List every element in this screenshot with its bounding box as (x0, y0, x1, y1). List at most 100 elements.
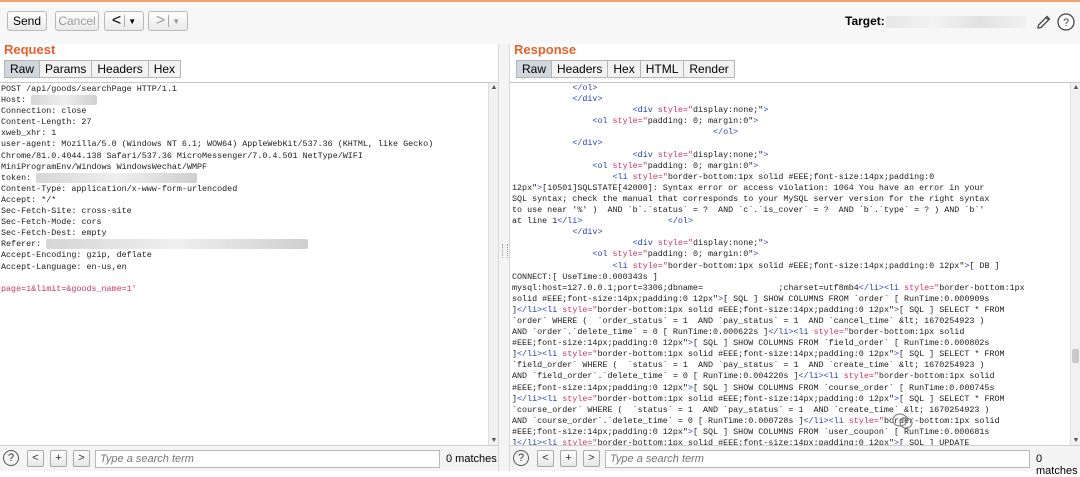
scroll-up-icon[interactable]: ▲ (490, 84, 498, 91)
tab-hex[interactable]: Hex (607, 60, 640, 78)
tab-headers[interactable]: Headers (551, 60, 608, 78)
target-host-redacted (886, 16, 1026, 28)
response-line: SQL syntax; check the manual that corres… (512, 193, 990, 204)
request-scrollbar[interactable]: ▲ ▼ (488, 83, 498, 445)
scroll-down-icon[interactable]: ▼ (1072, 437, 1080, 444)
wechat-logo-icon (892, 413, 913, 429)
response-line: </ol> (572, 83, 598, 93)
response-line: ]</li><li style="border-bottom:1px solid… (512, 349, 1005, 360)
response-editor[interactable]: </ol> </div> <div style="display:none;">… (510, 82, 1080, 445)
response-tabs: Raw Headers Hex HTML Render (516, 60, 735, 78)
drag-handle-icon[interactable] (502, 244, 508, 258)
request-line: ​ (1, 273, 433, 284)
edit-target-icon[interactable] (1034, 12, 1054, 32)
scroll-up-icon[interactable]: ▲ (1072, 84, 1080, 91)
scroll-down-icon[interactable]: ▼ (490, 437, 498, 444)
toolbar: Send Cancel < ▼ > ▼ Target: ? (0, 0, 1080, 44)
request-line: user-agent: Mozilla/5.0 (Windows NT 6.1;… (1, 139, 434, 150)
request-line: MiniProgramEnv/Windows WindowsWechat/WMP… (1, 161, 208, 172)
cancel-button[interactable]: Cancel (55, 11, 99, 31)
target-label: Target: (845, 14, 885, 28)
response-title: Response (514, 42, 577, 57)
search-options-button[interactable]: + (560, 450, 577, 467)
response-line: ]</li><li style="border-bottom:1px solid… (512, 393, 1005, 404)
response-line: `field_order` WHERE ( `status` = 1 AND `… (512, 360, 985, 371)
request-tabs: Raw Params Headers Hex (4, 60, 182, 78)
request-line: Sec-Fetch-Dest: empty (1, 228, 107, 239)
search-options-button[interactable]: + (50, 450, 67, 467)
request-line: Content-Type: application/x-www-form-url… (1, 183, 238, 194)
response-panel: Response Raw Headers Hex HTML Render </o… (510, 42, 1080, 477)
request-panel: Request Raw Params Headers Hex POST /api… (0, 42, 498, 471)
response-line: mysql:host=127.0.0.1;port=3306;dbname= ;… (512, 282, 1025, 293)
panel-divider[interactable] (498, 44, 510, 471)
help-icon[interactable]: ? (3, 450, 19, 466)
tab-raw[interactable]: Raw (516, 60, 552, 78)
watermark (892, 412, 914, 430)
response-line: ]</li><li style="border-bottom:1px solid… (512, 304, 1005, 315)
request-line: Connection: close (1, 106, 87, 117)
response-line: </div> (572, 227, 603, 238)
tab-params[interactable]: Params (39, 60, 92, 78)
send-button[interactable]: Send (7, 11, 47, 31)
response-search-input[interactable] (605, 450, 1030, 468)
response-line: <li style="border-bottom:1px solid #EEE;… (612, 260, 1000, 271)
response-line: <li style="border-bottom:1px solid #EEE;… (612, 171, 935, 182)
scroll-thumb[interactable] (1072, 349, 1079, 363)
response-line: #EEE;font-size:14px;padding:0 12px">[ SQ… (512, 382, 995, 393)
tab-render[interactable]: Render (683, 60, 735, 78)
request-title: Request (4, 42, 56, 57)
response-line: <ol style="padding: 0; margin:0"> (592, 116, 759, 127)
request-line: Accept-Language: en-us,en (1, 261, 127, 272)
help-icon[interactable]: ? (1056, 12, 1076, 32)
response-scrollbar[interactable]: ▲ ▼ (1070, 83, 1080, 445)
dropdown-caret-icon: ▼ (128, 16, 137, 26)
response-line: at line 1</li> </ol> (512, 216, 693, 227)
request-line: Host: xxx.xxxxx.xxx (1, 95, 433, 106)
tab-headers[interactable]: Headers (91, 60, 148, 78)
search-next-button[interactable]: > (73, 450, 90, 467)
search-previous-button[interactable]: < (537, 450, 554, 467)
response-line: `order` WHERE ( `order_status` = 1 AND `… (512, 315, 985, 326)
search-next-button[interactable]: > (583, 450, 600, 467)
request-line: Referer: xxxxxxxxxxxxxxxxxxxxxxxxxxxxxxx… (1, 239, 433, 250)
response-line: ]</li><li style="border-bottom:1px solid… (512, 438, 970, 445)
dropdown-caret-icon: ▼ (172, 16, 181, 26)
response-line: solid #EEE;font-size:14px;padding:0 12px… (512, 293, 990, 304)
forward-arrow-icon: > (155, 12, 166, 29)
response-line: </div> (572, 94, 603, 105)
response-match-count: 0 matches (1036, 453, 1078, 477)
response-line: </ol> (713, 127, 739, 138)
help-icon[interactable]: ? (513, 450, 529, 466)
history-back-button[interactable]: < ▼ (104, 11, 144, 31)
tab-hex[interactable]: Hex (147, 60, 182, 78)
tab-html[interactable]: HTML (639, 60, 684, 78)
response-line: <ol style="padding: 0; margin:0"> (592, 249, 759, 260)
response-search-bar: ? < + > 0 matches (510, 445, 1080, 477)
svg-text:?: ? (1063, 17, 1069, 29)
search-previous-button[interactable]: < (27, 450, 44, 467)
request-editor[interactable]: POST /api/goods/searchPage HTTP/1.1 Host:… (0, 82, 498, 445)
request-line: xweb_xhr: 1 (1, 128, 57, 139)
back-arrow-icon: < (111, 12, 122, 29)
response-line: 12px">[10501]SQLSTATE[42000]: Syntax err… (512, 182, 985, 193)
response-text[interactable]: </ol> </div> <div style="display:none;">… (512, 83, 1025, 445)
response-line: `course_order` WHERE ( `status` = 1 AND … (512, 404, 990, 415)
response-line: <ol style="padding: 0; margin:0"> (592, 160, 759, 171)
request-line: Content-Length: 27 (1, 117, 92, 128)
request-search-input[interactable] (95, 450, 440, 468)
request-body-line: page=1&limit=&goods_name=1' (1, 283, 137, 294)
request-line: Accept-Encoding: gzip, deflate (1, 250, 152, 261)
response-line: <div style="display:none;"> (632, 105, 769, 116)
request-text[interactable]: POST /api/goods/searchPage HTTP/1.1 Host:… (1, 84, 433, 295)
tab-raw[interactable]: Raw (4, 60, 40, 78)
window-accent-line (0, 0, 1080, 2)
response-line: AND `order`.`delete_time` = 0 [ RunTime:… (512, 327, 965, 338)
history-forward-button[interactable]: > ▼ (148, 11, 188, 31)
response-line: CONNECT:[ UseTime:0.000343s ] (512, 271, 658, 282)
request-line: Sec-Fetch-Mode: cors (1, 217, 102, 228)
request-search-bar: ? < + > 0 matches (0, 445, 498, 471)
response-line: <div style="display:none;"> (632, 149, 769, 160)
response-line: </div> (572, 138, 603, 149)
request-line: Chrome/81.0.4044.138 Safari/537.36 Micro… (1, 150, 363, 161)
